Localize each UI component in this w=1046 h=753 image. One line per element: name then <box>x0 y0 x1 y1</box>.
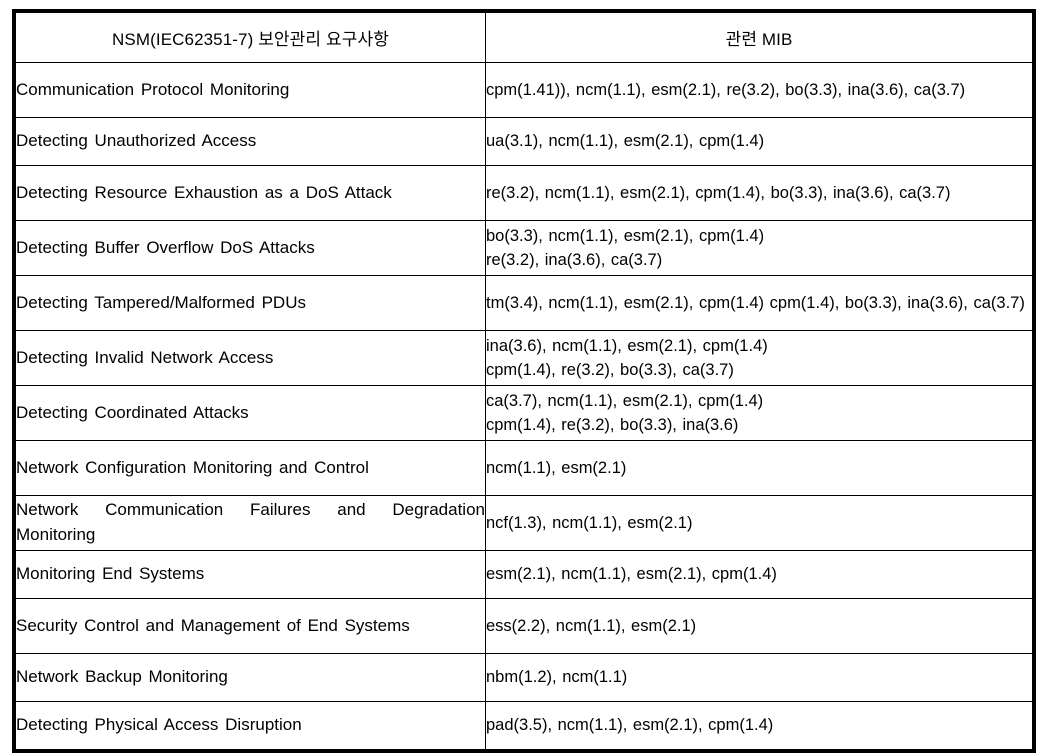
table-row: Communication Protocol Monitoring cpm(1.4… <box>15 62 1033 118</box>
mib-cell: ua(3.1), ncm(1.1), esm(2.1), cpm(1.4) <box>485 117 1033 166</box>
requirement-cell: Detecting Physical Access Disruption <box>15 701 486 750</box>
table-row: Detecting Invalid Network Access ina(3.6)… <box>15 330 1033 386</box>
table-row: Network Configuration Monitoring and Con… <box>15 440 1033 496</box>
mib-cell: re(3.2), ncm(1.1), esm(2.1), cpm(1.4), b… <box>485 165 1033 221</box>
mib-cell: pad(3.5), ncm(1.1), esm(2.1), cpm(1.4) <box>485 701 1033 750</box>
mib-cell: ncf(1.3), ncm(1.1), esm(2.1) <box>485 495 1033 551</box>
mib-cell: ca(3.7), ncm(1.1), esm(2.1), cpm(1.4) cp… <box>485 385 1033 441</box>
table-row: Detecting Buffer Overflow DoS Attacks bo(… <box>15 220 1033 276</box>
table-row: Detecting Resource Exhaustion as a DoS A… <box>15 165 1033 221</box>
mib-cell: cpm(1.41)), ncm(1.1), esm(2.1), re(3.2),… <box>485 62 1033 118</box>
table-header: NSM(IEC62351-7) 보안관리 요구사항 관련 MIB <box>15 12 1033 63</box>
column-header-requirement: NSM(IEC62351-7) 보안관리 요구사항 <box>15 12 486 63</box>
mib-cell: tm(3.4), ncm(1.1), esm(2.1), cpm(1.4) cp… <box>485 275 1033 331</box>
mib-cell: ess(2.2), ncm(1.1), esm(2.1) <box>485 598 1033 654</box>
requirement-cell: Detecting Coordinated Attacks <box>15 385 486 441</box>
requirement-cell: Detecting Invalid Network Access <box>15 330 486 386</box>
requirement-cell: Network Backup Monitoring <box>15 653 486 702</box>
requirement-cell: Detecting Tampered/Malformed PDUs <box>15 275 486 331</box>
table-row: Detecting Tampered/Malformed PDUs tm(3.4)… <box>15 275 1033 331</box>
requirement-cell: Communication Protocol Monitoring <box>15 62 486 118</box>
requirement-cell: Monitoring End Systems <box>15 550 486 599</box>
mib-cell: nbm(1.2), ncm(1.1) <box>485 653 1033 702</box>
table-row: Monitoring End Systems esm(2.1), ncm(1.1)… <box>15 550 1033 599</box>
nsm-requirements-table-container: NSM(IEC62351-7) 보안관리 요구사항 관련 MIB Communi… <box>12 9 1036 753</box>
mib-cell: ina(3.6), ncm(1.1), esm(2.1), cpm(1.4) c… <box>485 330 1033 386</box>
table-row: Detecting Physical Access Disruption pad(… <box>15 701 1033 750</box>
requirement-cell: Detecting Buffer Overflow DoS Attacks <box>15 220 486 276</box>
requirement-cell: Network Configuration Monitoring and Con… <box>15 440 486 496</box>
requirement-cell: Security Control and Management of End S… <box>15 598 486 654</box>
column-header-mib: 관련 MIB <box>485 12 1033 63</box>
table-row: Network Backup Monitoring nbm(1.2), ncm(1… <box>15 653 1033 702</box>
table-row: Security Control and Management of End S… <box>15 598 1033 654</box>
table-row: Detecting Unauthorized Access ua(3.1), nc… <box>15 117 1033 166</box>
table-header-row: NSM(IEC62351-7) 보안관리 요구사항 관련 MIB <box>15 12 1033 63</box>
nsm-requirements-table: NSM(IEC62351-7) 보안관리 요구사항 관련 MIB Communi… <box>15 12 1033 750</box>
table-row: Detecting Coordinated Attacks ca(3.7), nc… <box>15 385 1033 441</box>
mib-cell: ncm(1.1), esm(2.1) <box>485 440 1033 496</box>
mib-cell: esm(2.1), ncm(1.1), esm(2.1), cpm(1.4) <box>485 550 1033 599</box>
table-row: Network Communication Failures and Degra… <box>15 495 1033 551</box>
mib-cell: bo(3.3), ncm(1.1), esm(2.1), cpm(1.4) re… <box>485 220 1033 276</box>
requirement-cell: Detecting Unauthorized Access <box>15 117 486 166</box>
requirement-cell: Network Communication Failures and Degra… <box>15 495 486 551</box>
requirement-cell: Detecting Resource Exhaustion as a DoS A… <box>15 165 486 221</box>
table-body: Communication Protocol Monitoring cpm(1.4… <box>15 62 1033 750</box>
